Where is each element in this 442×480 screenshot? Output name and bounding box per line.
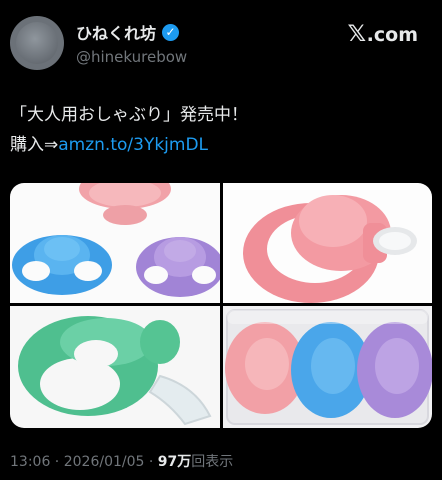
tweet-meta: 13:06 · 2026/01/05 · 97万回表示 bbox=[10, 451, 233, 471]
media-image-2[interactable] bbox=[223, 183, 432, 303]
views-count[interactable]: 97万 bbox=[158, 454, 191, 470]
verified-badge-icon: ✓ bbox=[162, 23, 180, 41]
pink-pacifier-image bbox=[243, 195, 417, 303]
media-image-1[interactable] bbox=[10, 183, 220, 303]
tweet-header: ひねくれ坊 ✓ @hinekurebow 𝕏 .com bbox=[10, 16, 432, 72]
meta-separator: · bbox=[50, 454, 64, 470]
meta-separator-2: · bbox=[144, 454, 158, 470]
pacifiers-case-image bbox=[225, 309, 432, 425]
author-handle[interactable]: @hinekurebow bbox=[76, 48, 187, 66]
pacifiers-image bbox=[12, 183, 220, 297]
media-image-4[interactable] bbox=[223, 306, 432, 428]
purchase-link[interactable]: amzn.to/3YkjmDL bbox=[58, 135, 208, 155]
tweet-text-line-2: 購入⇒amzn.to/3YkjmDL bbox=[10, 133, 432, 157]
tweet-time[interactable]: 13:06 bbox=[10, 454, 50, 470]
green-pacifier-image bbox=[18, 316, 212, 426]
x-logo-text: .com bbox=[366, 23, 418, 46]
x-logo[interactable]: 𝕏 .com bbox=[347, 22, 418, 47]
author-name-row[interactable]: ひねくれ坊 ✓ bbox=[76, 20, 180, 44]
media-image-3[interactable] bbox=[10, 306, 220, 428]
tweet-text-line-1: 「大人用おしゃぶり」発売中！ bbox=[10, 105, 248, 125]
tweet-date[interactable]: 2026/01/05 bbox=[64, 454, 145, 470]
author-display-name[interactable]: ひねくれ坊 bbox=[76, 20, 156, 44]
purchase-prefix: 購入⇒ bbox=[10, 135, 59, 155]
media-grid bbox=[10, 183, 432, 428]
x-logo-icon: 𝕏 bbox=[347, 22, 367, 47]
avatar[interactable] bbox=[10, 16, 64, 70]
views-label: 回表示 bbox=[191, 454, 234, 470]
